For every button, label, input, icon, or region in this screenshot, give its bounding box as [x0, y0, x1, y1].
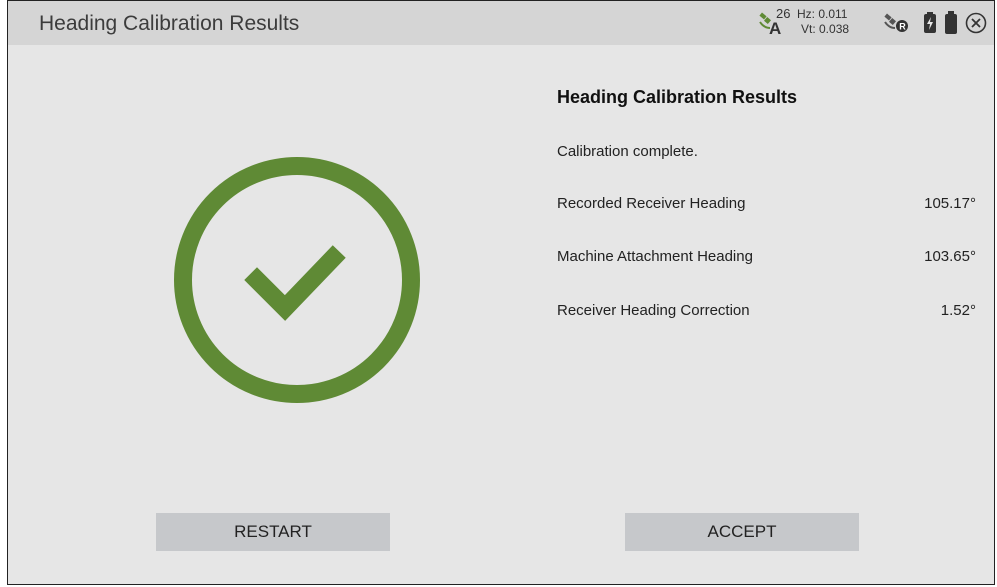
vt-precision: Vt: 0.038 — [801, 22, 850, 36]
radio-icon: R — [884, 13, 908, 32]
svg-text:A: A — [769, 19, 781, 36]
precision-readout: Hz: 0.011 Vt: 0.038 — [797, 7, 849, 37]
result-row-recorded-heading: Recorded Receiver Heading 105.17° — [557, 195, 976, 215]
success-check-icon — [174, 157, 420, 403]
battery-icon — [945, 11, 957, 34]
result-value: 1.52° — [940, 302, 976, 319]
result-value: 103.65° — [924, 248, 976, 265]
restart-button[interactable]: RESTART — [156, 513, 390, 551]
power-bolt-icon — [924, 12, 936, 33]
result-label: Machine Attachment Heading — [557, 248, 753, 265]
result-row-heading-correction: Receiver Heading Correction 1.52° — [557, 302, 976, 322]
satellite-count: 26 — [776, 6, 791, 21]
app-window: Heading Calibration Results A 26 Hz: 0.0… — [7, 0, 995, 585]
accept-button[interactable]: ACCEPT — [625, 513, 859, 551]
result-label: Receiver Heading Correction — [557, 302, 750, 319]
title-bar: Heading Calibration Results A 26 Hz: 0.0… — [8, 1, 994, 45]
result-value: 105.17° — [924, 195, 976, 212]
results-title: Heading Calibration Results — [557, 87, 798, 107]
svg-text:R: R — [899, 22, 906, 32]
close-icon[interactable] — [965, 12, 987, 34]
page-title: Heading Calibration Results — [39, 12, 300, 35]
result-label: Recorded Receiver Heading — [557, 195, 746, 212]
calibration-status: Calibration complete. — [557, 143, 698, 160]
result-row-attachment-heading: Machine Attachment Heading 103.65° — [557, 248, 976, 268]
hz-precision: Hz: 0.011 — [797, 7, 848, 21]
